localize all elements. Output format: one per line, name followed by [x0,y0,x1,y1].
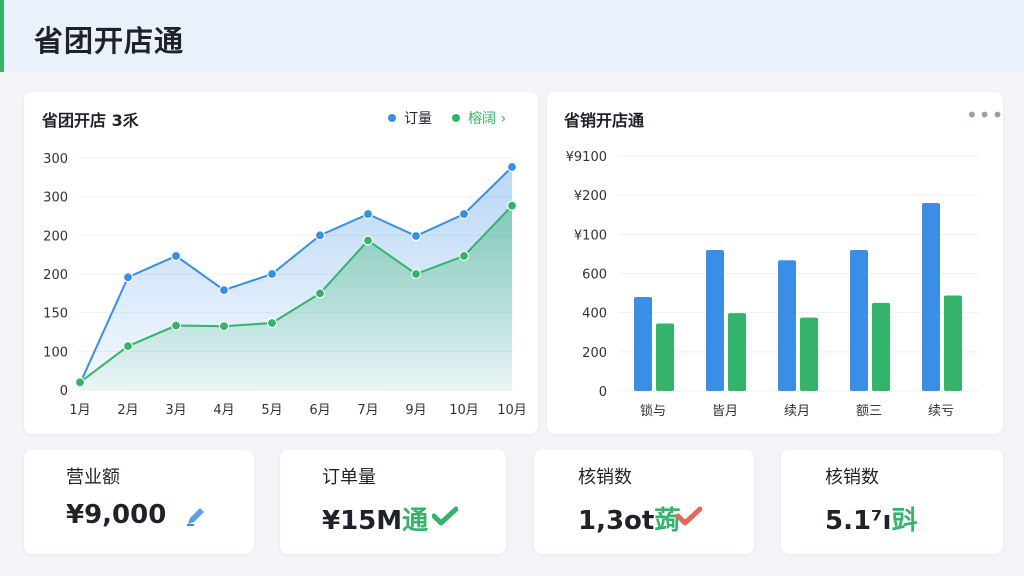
kpi-value-number: ¥9,000 [66,500,167,530]
pencil-icon [187,508,204,526]
x-tick-label: 续月 [784,404,810,419]
data-point [410,230,422,242]
x-tick-label: 7月 [357,403,378,418]
kpi-label: 核销数 [825,467,879,488]
kpi-value-number: 1,3ot [578,506,655,536]
x-tick-label: 4月 [213,403,234,418]
data-point [410,268,422,280]
y-tick-label: 200 [43,268,68,283]
bar [872,302,890,391]
y-tick-label: 400 [582,307,607,322]
data-point [314,230,326,241]
x-tick-label: 10月 [497,403,527,418]
data-point [218,321,230,332]
kpi-value-suffix: 通 [402,506,429,536]
bar [922,203,940,391]
data-point [218,285,230,296]
line-chart-title: 省团开店 3乑 [42,111,139,130]
kpi-value-number: 5.1⁷ı [825,506,892,536]
x-tick-label: 9月 [405,403,426,418]
x-tick-label: 6月 [309,403,330,418]
y-tick-label: 600 [582,268,607,283]
kpi-label: 核销数 [578,467,632,488]
data-point [362,208,374,220]
legend-dot-icon [452,114,460,122]
y-tick-label: 100 [43,345,68,360]
line-chart-legend: 订量 榕阔 › [388,108,506,128]
data-point [266,317,278,329]
data-point [122,341,134,352]
data-point [458,208,470,220]
line-chart: 0 100 150 200 200 300 300 1月 2月 3月 4月 5月 6月 7月 9月 10月 10… [43,152,527,418]
kpi-value-suffix: 㪷 [891,506,918,536]
kpi-value: 1,3ot蒟 [578,500,680,537]
bar [850,250,868,391]
data-point [170,320,182,331]
bar [800,317,818,391]
x-tick-label: 3月 [165,403,186,418]
check-icon [432,506,458,526]
x-tick-label: 额三 [856,404,882,419]
y-tick-label: 200 [582,346,607,361]
kpi-value-number: ¥15M [322,506,403,536]
data-point [458,250,470,262]
data-point [506,200,518,211]
x-tick-label: 续亏 [928,404,954,419]
kpi-value: ¥9,000 [66,500,166,530]
y-tick-label: ¥200 [574,189,607,204]
bar-chart-title: 省销开店通 [564,111,645,130]
bar-chart: 0 200 400 600 ¥100 ¥200 ¥9100 锁与 皆月 续月 额三 续亏 [566,150,979,419]
bar [706,250,724,391]
kpi-value: ¥15M通 [322,500,428,537]
y-tick-label: 0 [599,385,607,400]
legend-item-second[interactable]: 榕阔 › [468,108,506,128]
data-point [122,272,134,283]
kpi-value: 5.1⁷ı㪷 [825,500,917,537]
bar [728,313,746,391]
y-tick-label: ¥100 [574,228,607,243]
y-tick-label: 150 [43,307,68,322]
data-point [314,288,326,299]
y-tick-label: ¥9100 [566,150,607,165]
bar [778,260,796,391]
data-point [170,250,182,262]
check-icon [676,506,702,526]
x-tick-label: 1月 [69,403,90,418]
page-title: 省团开店通 [34,24,185,58]
app-header: 省团开店通 [0,0,1024,72]
data-point [74,377,86,388]
x-tick-label: 10月 [449,403,479,418]
legend-dot-icon [388,114,396,122]
data-point [362,235,374,246]
bar [944,295,962,391]
bar [634,297,652,391]
kpi-label: 订单量 [322,467,376,488]
bar [656,323,674,391]
legend-item-orders[interactable]: 订量 [404,108,432,128]
y-tick-label: 200 [43,229,68,244]
kpi-label: 营业额 [66,467,120,488]
y-tick-label: 300 [43,152,68,167]
x-tick-label: 2月 [117,403,138,418]
y-tick-label: 0 [60,384,68,399]
data-point [266,268,278,280]
x-tick-label: 皆月 [712,404,738,419]
x-tick-label: 锁与 [640,403,666,419]
data-point [506,161,518,173]
more-dots-icon[interactable]: ••• [966,103,1004,127]
x-tick-label: 5月 [261,403,282,418]
y-tick-label: 300 [43,191,68,206]
